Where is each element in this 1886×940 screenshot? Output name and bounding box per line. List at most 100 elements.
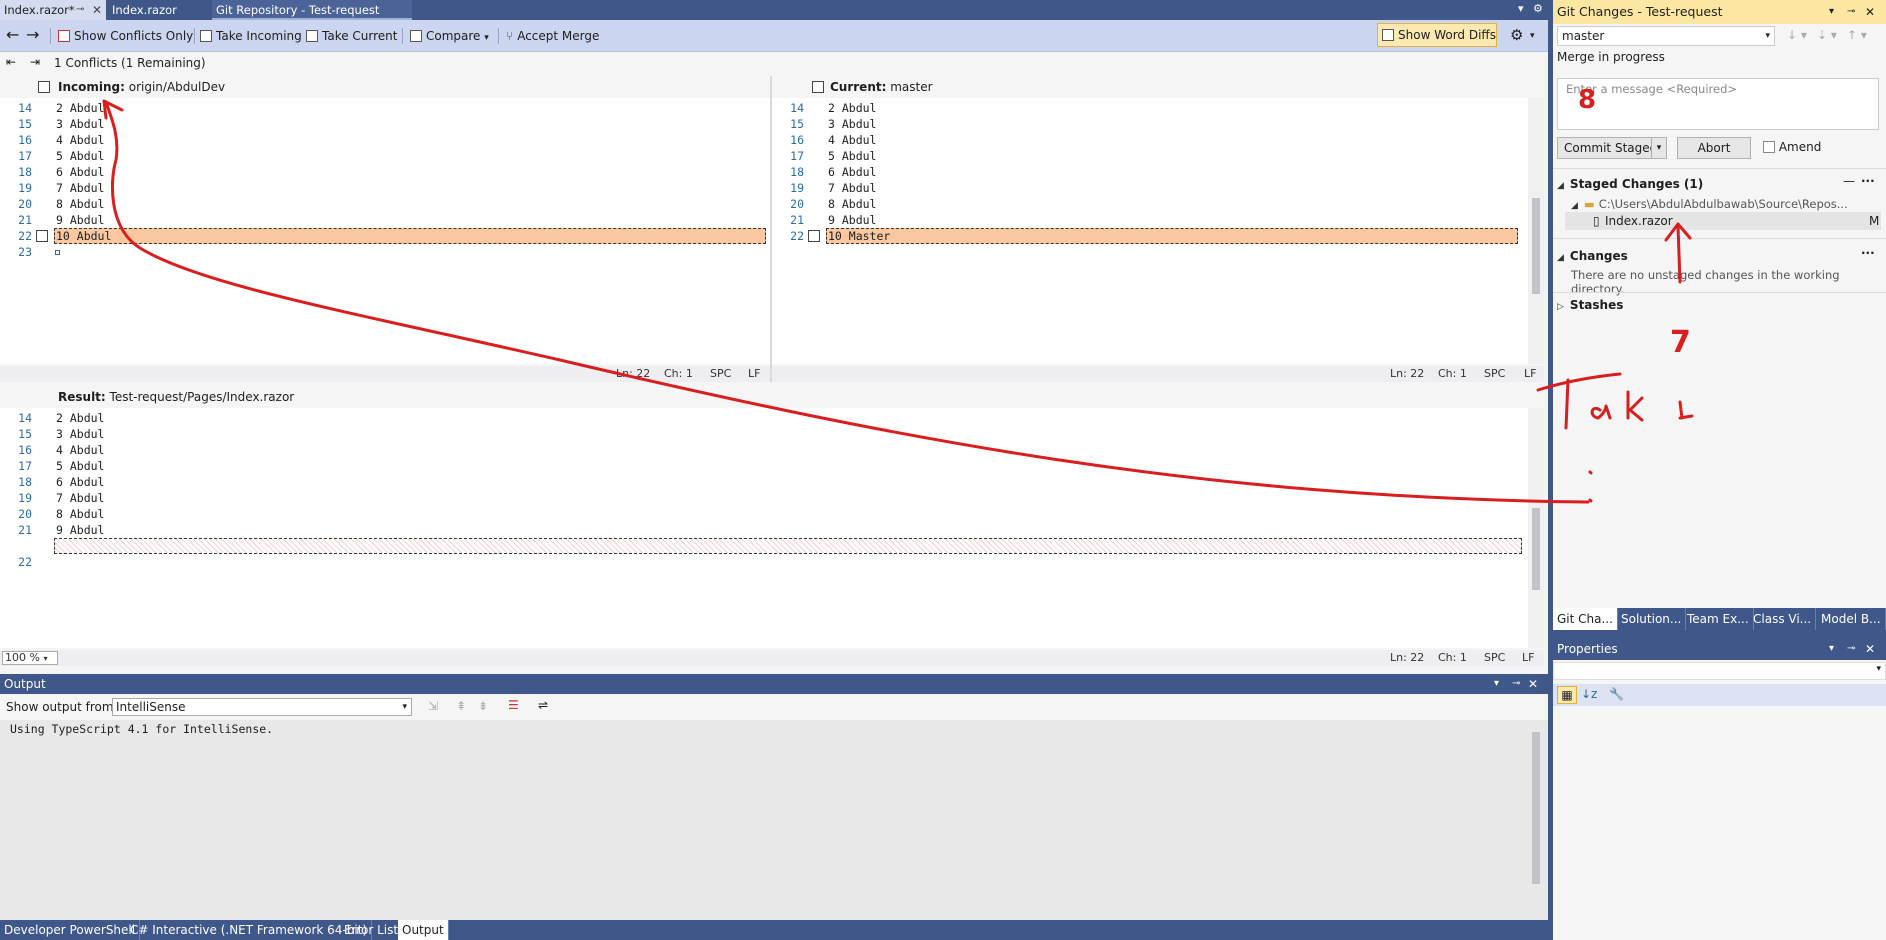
line-number: 14 <box>18 101 32 115</box>
dropdown-icon[interactable]: ▾ <box>1494 674 1499 694</box>
prev-message-icon[interactable]: ⇞ <box>456 699 466 713</box>
tab-index-razor-modified[interactable]: Index.razor* ⊸ ✕ <box>0 0 106 20</box>
changes-header[interactable]: ◢ Changes <box>1557 249 1628 263</box>
zoom-dropdown[interactable]: 100 % ▾ <box>2 651 58 665</box>
line-number: 22 <box>18 555 32 569</box>
code-line: 7 Abdul <box>56 181 105 195</box>
incoming-select-all-checkbox[interactable] <box>38 81 50 93</box>
chevron-down-icon[interactable]: ▾ <box>1530 26 1535 46</box>
close-icon[interactable]: ✕ <box>1865 638 1875 660</box>
incoming-editor[interactable]: 14 2 Abdul 15 3 Abdul 16 4 Abdul 17 5 Abdul 18 6 … <box>0 98 770 364</box>
output-source-select[interactable]: IntelliSense ▾ <box>112 698 412 716</box>
alphabetical-icon[interactable]: ↓z <box>1581 687 1597 701</box>
close-icon[interactable]: ✕ <box>1528 674 1538 694</box>
current-editor[interactable]: 14 2 Abdul 15 3 Abdul 16 4 Abdul 17 5 Abdul 18 6 … <box>772 98 1528 364</box>
tab-git-repository[interactable]: Git Repository - Test-request <box>212 0 412 20</box>
pin-icon[interactable]: ⊸ <box>1512 674 1520 694</box>
code-line: 5 Abdul <box>828 149 877 163</box>
caret-right-icon: ▷ <box>1557 302 1564 312</box>
result-editor[interactable]: 14 2 Abdul 15 3 Abdul 16 4 Abdul 17 5 Abdul 18 6 … <box>0 408 1528 648</box>
tab-model-browser[interactable]: Model B... <box>1817 608 1886 630</box>
commit-message-input[interactable]: Enter a message <Required> <box>1557 78 1879 130</box>
line-number: 20 <box>18 197 32 211</box>
line-number <box>0 538 40 554</box>
more-options-icon[interactable]: ··· <box>1861 174 1875 188</box>
pin-icon[interactable]: ⊸ <box>1847 0 1855 24</box>
tab-index-razor[interactable]: Index.razor <box>108 0 210 20</box>
properties-object-select[interactable]: ▾ <box>1553 662 1886 680</box>
stashes-header[interactable]: ▷ Stashes <box>1557 298 1623 312</box>
properties-panel: ▾ ▦ ↓z 🔧 <box>1553 660 1886 940</box>
conflict-highlight[interactable] <box>826 228 1518 244</box>
line-number: 18 <box>790 165 804 179</box>
staged-changes-header[interactable]: ◢ Staged Changes (1) <box>1557 177 1703 191</box>
wrench-icon[interactable]: 🔧 <box>1609 687 1624 701</box>
gear-icon[interactable]: ⚙ <box>1510 26 1523 46</box>
output-text-area[interactable]: Using TypeScript 4.1 for IntelliSense. <box>0 720 1548 920</box>
dropdown-icon[interactable]: ▾ <box>1829 638 1834 660</box>
branch-select[interactable]: master ▾ <box>1557 26 1775 46</box>
tab-developer-powershell[interactable]: Developer PowerShell <box>0 920 141 940</box>
tab-csharp-interactive[interactable]: C# Interactive (.NET Framework 64-bit) <box>126 920 373 940</box>
compare-dropdown[interactable]: Compare ▾ <box>410 26 489 46</box>
close-icon[interactable]: ✕ <box>92 0 102 20</box>
tab-solution-explorer[interactable]: Solution... <box>1617 608 1687 630</box>
amend-checkbox[interactable]: Amend <box>1763 140 1821 154</box>
find-icon[interactable]: ⇲ <box>428 699 438 713</box>
tab-output[interactable]: Output <box>398 920 449 940</box>
unstage-all-icon[interactable]: — <box>1843 174 1855 188</box>
back-arrow-icon[interactable]: ← <box>6 26 19 46</box>
code-line: 8 Abdul <box>828 197 877 211</box>
conflict-checkbox[interactable] <box>36 230 48 242</box>
tab-team-explorer[interactable]: Team Ex... <box>1683 608 1754 630</box>
conflict-checkbox[interactable] <box>808 230 820 242</box>
code-line: 7 Abdul <box>828 181 877 195</box>
result-vertical-scrollbar[interactable] <box>1528 408 1544 648</box>
staged-folder[interactable]: ◢ ▬ C:\Users\AbdulAbdulbawab\Source\Repos.… <box>1571 197 1848 211</box>
code-line: 9 Abdul <box>56 523 105 537</box>
merge-icon: ⑂ <box>506 29 514 43</box>
conflict-highlight[interactable] <box>54 228 766 244</box>
tab-error-list[interactable]: Error List <box>340 920 404 940</box>
push-icon[interactable]: ↑ ▾ <box>1847 28 1867 42</box>
clear-all-icon[interactable]: ☰ <box>508 698 519 712</box>
last-conflict-icon[interactable]: ⇥ <box>30 55 40 69</box>
unresolved-conflict-placeholder[interactable] <box>54 538 1522 554</box>
first-conflict-icon[interactable]: ⇤ <box>6 55 16 69</box>
dropdown-icon[interactable]: ▾ <box>1829 0 1834 24</box>
git-changes-title: Git Changes - Test-request ▾ ⊸ ✕ <box>1553 0 1886 24</box>
pin-icon[interactable]: ⊸ <box>76 0 84 20</box>
line-number: 18 <box>18 475 32 489</box>
categorized-icon[interactable]: ▦ <box>1557 686 1577 704</box>
accept-merge-button[interactable]: ⑂ Accept Merge <box>506 26 599 46</box>
settings-icon[interactable]: ⚙ <box>1533 2 1543 15</box>
word-wrap-icon[interactable]: ⇌ <box>538 698 548 712</box>
pin-icon[interactable]: ⊸ <box>1847 638 1855 660</box>
more-options-icon[interactable]: ··· <box>1861 246 1875 260</box>
close-icon[interactable]: ✕ <box>1865 0 1875 24</box>
line-number: 21 <box>18 213 32 227</box>
abort-button[interactable]: Abort <box>1677 137 1751 159</box>
tab-list-dropdown-icon[interactable]: ▾ <box>1518 2 1524 15</box>
tab-git-changes[interactable]: Git Cha... <box>1553 608 1618 630</box>
tab-class-view[interactable]: Class Vi... <box>1749 608 1817 630</box>
code-line: 6 Abdul <box>56 165 105 179</box>
take-incoming-button[interactable]: Take Incoming <box>200 26 302 46</box>
bottom-tool-tabs: Developer PowerShell C# Interactive (.NE… <box>0 920 1548 940</box>
merge-status: Merge in progress <box>1557 50 1665 64</box>
next-message-icon[interactable]: ⇟ <box>478 699 488 713</box>
current-vertical-scrollbar[interactable] <box>1528 98 1544 364</box>
output-vertical-scrollbar[interactable] <box>1528 720 1544 920</box>
forward-arrow-icon[interactable]: → <box>26 26 39 46</box>
pull-icon[interactable]: ⇣ ▾ <box>1817 28 1837 42</box>
fetch-icon[interactable]: ↓ ▾ <box>1787 28 1807 42</box>
show-word-diffs-toggle[interactable]: Show Word Diffs <box>1377 23 1497 47</box>
show-conflicts-only-button[interactable]: Show Conflicts Only <box>58 26 193 46</box>
staged-file-row[interactable]: ▯ Index.razor M <box>1565 212 1881 230</box>
commit-options-chevron-icon[interactable]: ▾ <box>1651 137 1667 159</box>
conflict-navigation: ⇤ ⇥ 1 Conflicts (1 Remaining) <box>0 52 1548 74</box>
current-select-all-checkbox[interactable] <box>812 81 824 93</box>
line-number: 16 <box>18 443 32 457</box>
take-current-button[interactable]: Take Current <box>306 26 398 46</box>
line-number: 22 <box>18 229 32 243</box>
